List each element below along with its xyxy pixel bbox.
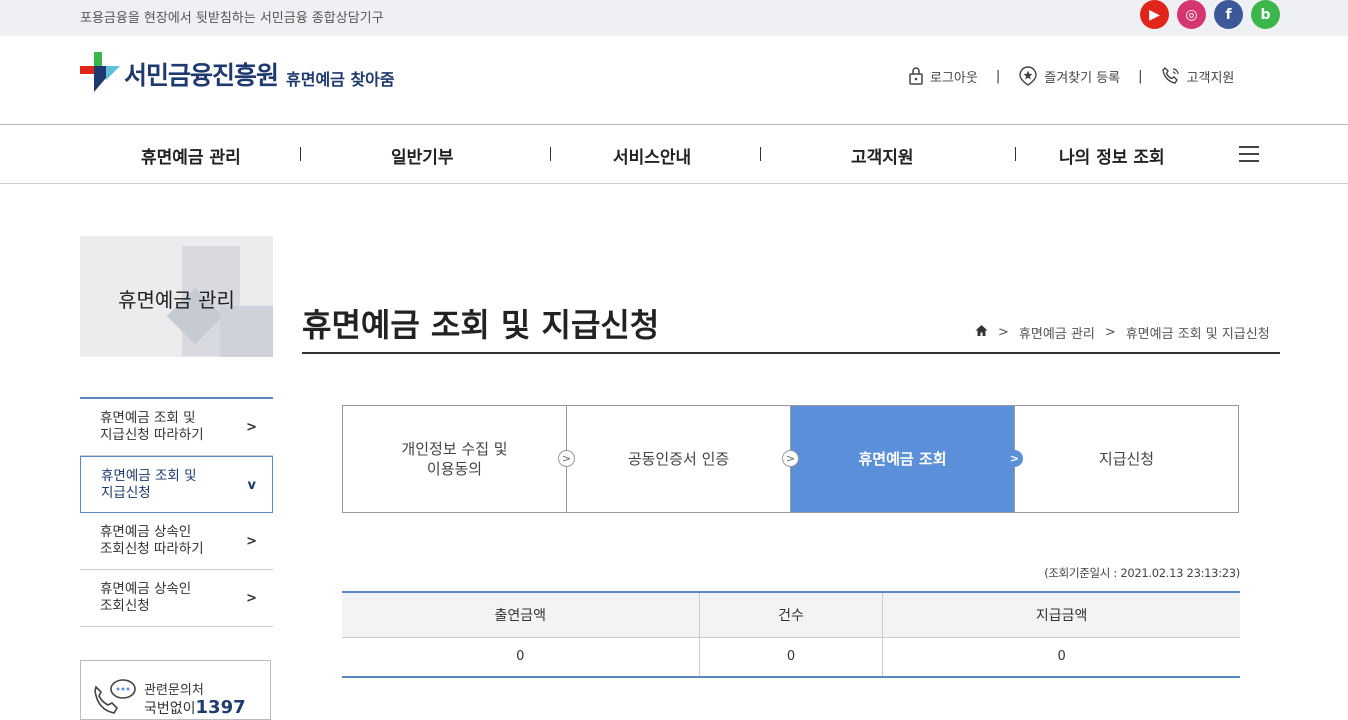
step-label: 휴면예금 조회 bbox=[858, 450, 947, 468]
title-divider bbox=[302, 352, 1280, 354]
phone-icon bbox=[1161, 67, 1179, 84]
breadcrumb: > 휴면예금 관리 > 휴면예금 조회 및 지급신청 bbox=[975, 323, 1270, 342]
nav-customer-support[interactable]: 고객지원 bbox=[851, 143, 914, 168]
breadcrumb-item[interactable]: 휴면예금 조회 및 지급신청 bbox=[1126, 323, 1270, 342]
breadcrumb-separator: > bbox=[998, 325, 1009, 340]
sidebar-item-inquiry-guide[interactable]: 휴면예금 조회 및 지급신청 따라하기 > bbox=[80, 399, 273, 456]
bookmark-label: 즐겨찾기 등록 bbox=[1044, 70, 1121, 86]
support-label: 고객지원 bbox=[1186, 70, 1235, 86]
chevron-right-icon: > bbox=[246, 420, 257, 435]
star-pin-icon bbox=[1019, 66, 1037, 86]
logout-label: 로그아웃 bbox=[930, 70, 978, 86]
breadcrumb-separator: > bbox=[1104, 325, 1116, 340]
nav-dormant-deposit[interactable]: 휴면예금 관리 bbox=[141, 143, 241, 168]
result-table: 출연금액 건수 지급금액 0 0 0 bbox=[342, 591, 1240, 678]
col-contribution-amount: 출연금액 bbox=[342, 592, 700, 638]
sidebar-item-label: 휴면예금 조회 및 bbox=[101, 468, 197, 484]
inquiry-timestamp: (조회기준일시 : 2021.02.13 23:13:23) bbox=[1044, 566, 1240, 580]
chevron-right-icon: > bbox=[246, 591, 257, 606]
instagram-icon[interactable]: ◎ bbox=[1177, 0, 1206, 29]
contact-prefix: 국번없이 bbox=[144, 701, 196, 717]
sidebar-item-inquiry[interactable]: 휴면예금 조회 및 지급신청 v bbox=[80, 456, 273, 513]
sidebar-title: 휴면예금 관리 bbox=[118, 288, 235, 312]
table-row: 0 0 0 bbox=[342, 637, 1240, 677]
home-icon[interactable] bbox=[975, 324, 988, 341]
chevron-down-icon: v bbox=[247, 478, 256, 493]
nav-my-info[interactable]: 나의 정보 조회 bbox=[1059, 143, 1165, 168]
top-bar: 포용금융을 현장에서 뒷받침하는 서민금융 종합상담기구 ▶ ◎ f b bbox=[0, 0, 1348, 36]
step-indicator: 개인정보 수집 및이용동의 > 공동인증서 인증 > 휴면예금 조회 > 지급신… bbox=[342, 405, 1239, 513]
decor-shape bbox=[220, 306, 273, 357]
nav-donation[interactable]: 일반기부 bbox=[391, 143, 454, 168]
cell-contribution-amount: 0 bbox=[342, 637, 700, 677]
nav-divider bbox=[760, 147, 761, 161]
sidebar-title-box: 휴면예금 관리 bbox=[80, 236, 273, 357]
step-label: 개인정보 수집 및 bbox=[401, 440, 508, 458]
lock-icon bbox=[909, 67, 923, 85]
nav-divider bbox=[1015, 147, 1016, 161]
service-name: 휴면예금 찾아줌 bbox=[286, 70, 395, 89]
brand-name: 서민금융진흥원 bbox=[124, 61, 279, 90]
bookmark-link[interactable]: 즐겨찾기 등록 bbox=[1018, 66, 1120, 86]
step-payment-request: 지급신청 bbox=[1015, 406, 1238, 512]
contact-label: 관련문의처 bbox=[144, 683, 204, 698]
step-label: 지급신청 bbox=[1098, 450, 1155, 468]
sidebar-item-heir-inquiry[interactable]: 휴면예금 상속인 조회신청 > bbox=[80, 570, 273, 627]
youtube-icon[interactable]: ▶ bbox=[1140, 0, 1169, 29]
logo-mark-icon bbox=[80, 52, 120, 92]
step-label: 이용동의 bbox=[426, 460, 483, 478]
logout-link[interactable]: 로그아웃 bbox=[908, 66, 978, 86]
hamburger-menu-icon[interactable] bbox=[1239, 146, 1259, 167]
page-title: 휴면예금 조회 및 지급신청 bbox=[302, 306, 660, 344]
phone-chat-icon bbox=[94, 679, 136, 714]
site-logo[interactable]: 서민금융진흥원 휴면예금 찾아줌 bbox=[80, 52, 395, 92]
facebook-icon[interactable]: f bbox=[1214, 0, 1243, 29]
step-consent: 개인정보 수집 및이용동의 > bbox=[343, 406, 575, 512]
col-payment-amount: 지급금액 bbox=[882, 592, 1240, 638]
chevron-right-icon: > bbox=[1006, 450, 1023, 467]
chevron-right-icon: > bbox=[558, 450, 575, 467]
sidebar-item-heir-guide[interactable]: 휴면예금 상속인 조회신청 따라하기 > bbox=[80, 513, 273, 570]
main-nav: 휴면예금 관리 일반기부 서비스안내 고객지원 나의 정보 조회 bbox=[0, 125, 1348, 184]
util-divider: | bbox=[1138, 68, 1143, 84]
cell-count: 0 bbox=[699, 637, 884, 677]
col-count: 건수 bbox=[699, 592, 884, 638]
utility-menu: 로그아웃 | 즐겨찾기 등록 | 고객지원 bbox=[908, 66, 1234, 86]
slogan: 포용금융을 현장에서 뒷받침하는 서민금융 종합상담기구 bbox=[80, 11, 384, 26]
nav-divider bbox=[550, 147, 551, 161]
social-links: ▶ ◎ f b bbox=[1140, 0, 1280, 29]
contact-box: 관련문의처 국번없이1397 bbox=[80, 660, 271, 720]
step-certificate: 공동인증서 인증 > bbox=[567, 406, 799, 512]
step-label: 공동인증서 인증 bbox=[627, 450, 730, 468]
header: 서민금융진흥원 휴면예금 찾아줌 로그아웃 | 즐겨찾기 등록 | 고객지원 bbox=[0, 36, 1348, 125]
chevron-right-icon: > bbox=[782, 450, 799, 467]
table-header-row: 출연금액 건수 지급금액 bbox=[342, 592, 1240, 638]
breadcrumb-item[interactable]: 휴면예금 관리 bbox=[1019, 323, 1095, 342]
util-divider: | bbox=[995, 68, 1001, 84]
step-inquiry-active: 휴면예금 조회 > bbox=[791, 406, 1023, 512]
sidebar-menu: 휴면예금 조회 및 지급신청 따라하기 > 휴면예금 조회 및 지급신청 v 휴… bbox=[80, 397, 273, 627]
cell-payment-amount: 0 bbox=[1057, 649, 1066, 665]
sidebar-item-label: 지급신청 bbox=[101, 485, 151, 501]
chevron-right-icon: > bbox=[246, 534, 257, 549]
blog-icon[interactable]: b bbox=[1251, 0, 1280, 29]
nav-divider bbox=[300, 147, 301, 161]
support-link[interactable]: 고객지원 bbox=[1161, 66, 1235, 86]
nav-service-info[interactable]: 서비스안내 bbox=[613, 143, 691, 168]
